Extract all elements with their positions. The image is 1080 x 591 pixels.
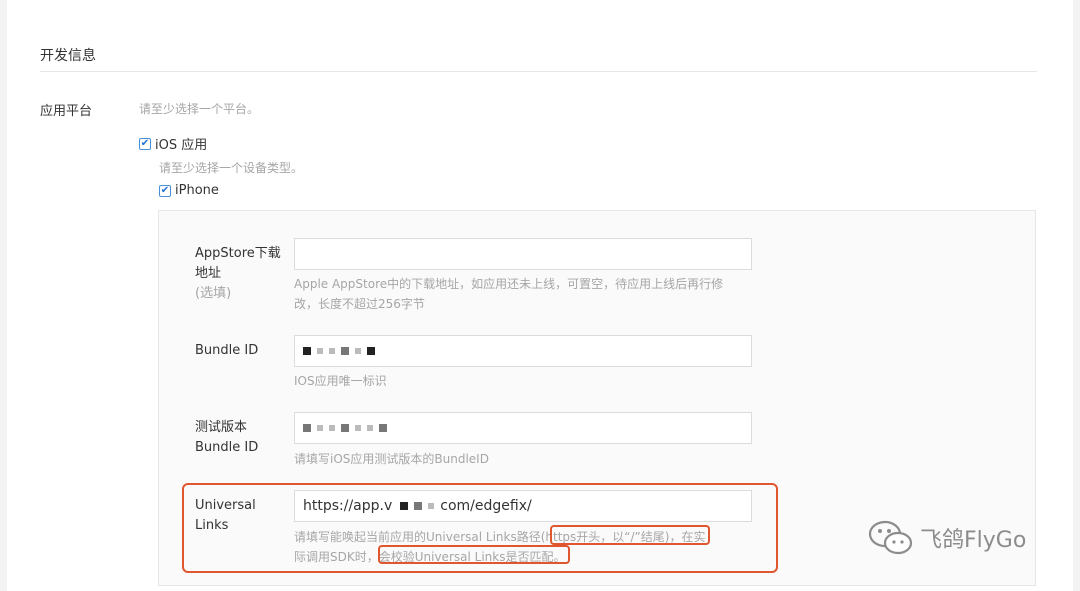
redacted-block <box>341 347 349 355</box>
wechat-icon <box>868 520 913 555</box>
redacted-block <box>303 347 311 355</box>
appstore-hint: Apple AppStore中的下载地址，如应用还未上线，可置空，待应用上线后再… <box>294 277 724 311</box>
bundle-id-input[interactable] <box>294 335 752 367</box>
appstore-label: AppStore下载 地址 (选填) <box>195 246 281 301</box>
section-title: 开发信息 <box>40 48 96 64</box>
appstore-url-input[interactable] <box>294 238 752 270</box>
platform-label: 应用平台 <box>40 104 93 119</box>
right-frame <box>1073 0 1080 591</box>
redacted-block <box>317 425 323 431</box>
check-icon: ✔ <box>140 137 150 149</box>
test-bundle-id-label: 测试版本 Bundle ID <box>195 420 259 455</box>
bundle-id-label: Bundle ID <box>195 343 259 358</box>
redacted-block <box>341 424 349 432</box>
left-frame <box>0 0 7 591</box>
test-bundle-id-hint: 请填写iOS应用测试版本的BundleID <box>294 452 489 466</box>
https-rule-highlight <box>550 525 710 545</box>
bundle-id-hint: IOS应用唯一标识 <box>294 374 387 388</box>
ios-checkbox-label: iOS 应用 <box>155 138 208 153</box>
redacted-block <box>355 425 361 431</box>
iphone-checkbox-label: iPhone <box>175 183 219 198</box>
section-divider <box>40 71 1037 72</box>
redacted-block <box>329 425 335 431</box>
redacted-block <box>367 347 375 355</box>
redacted-block <box>367 425 373 431</box>
watermark: 飞鸽FlyGo <box>868 518 1026 558</box>
ios-checkbox[interactable]: ✔ <box>139 137 151 150</box>
test-bundle-id-input[interactable] <box>294 412 752 444</box>
platform-hint: 请至少选择一个平台。 <box>139 102 260 116</box>
redacted-block <box>379 424 387 432</box>
redacted-block <box>303 424 311 432</box>
check-icon: ✔ <box>160 184 170 196</box>
iphone-checkbox[interactable]: ✔ <box>159 184 171 197</box>
validation-highlight <box>378 545 570 564</box>
device-hint: 请至少选择一个设备类型。 <box>159 161 304 175</box>
redacted-block <box>329 348 335 354</box>
redacted-block <box>355 348 361 354</box>
watermark-text: 飞鸽FlyGo <box>920 528 1027 553</box>
redacted-block <box>317 348 323 354</box>
iphone-checkbox-row[interactable]: ✔ iPhone <box>159 183 219 198</box>
ios-checkbox-row[interactable]: ✔ iOS 应用 <box>139 134 207 153</box>
